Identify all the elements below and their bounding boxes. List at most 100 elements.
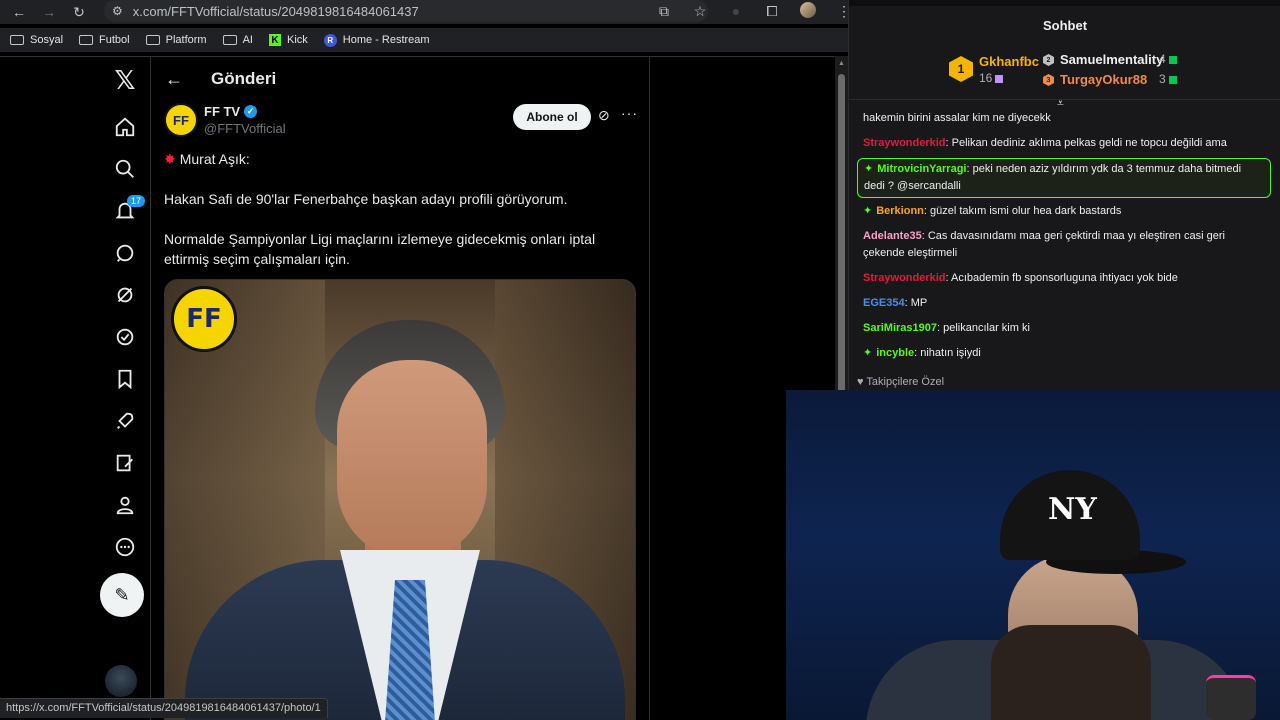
- install-app-icon[interactable]: ⧉: [646, 3, 682, 20]
- more-options-icon[interactable]: ···: [621, 105, 638, 121]
- leaderboard-user[interactable]: Samuelmentality: [1060, 52, 1163, 67]
- profile-icon[interactable]: [107, 487, 143, 523]
- bookmark-kick[interactable]: K Kick: [268, 34, 308, 46]
- subscriber-badge-icon: ✦: [863, 205, 873, 217]
- x-sidebar-nav: 𝕏 17: [100, 57, 150, 720]
- site-settings-icon[interactable]: ⚙: [112, 4, 123, 18]
- x-page: 𝕏 17 ✎ ← Gönderi FF FF TV ✓ @FFTVofficia…: [0, 56, 848, 720]
- address-bar-row: ← → ↻ ⚙ x.com/FFTVofficial/status/204981…: [0, 0, 851, 24]
- account-avatar[interactable]: [105, 665, 137, 697]
- gift-icon: [1168, 55, 1177, 64]
- bookmark-folder-futbol[interactable]: Futbol: [79, 34, 130, 46]
- divider: [649, 57, 650, 720]
- tweet-photo[interactable]: FF: [164, 279, 636, 720]
- chat-message: Straywonderkid: Acıbademin fb sponsorlug…: [863, 272, 1178, 284]
- browser-toolbar-right: ⧉ ☆ ● ⧠ ⋮: [646, 0, 862, 22]
- scroll-thumb[interactable]: [838, 74, 845, 422]
- bookmark-folder-sosyal[interactable]: Sosyal: [10, 34, 63, 46]
- back-arrow-icon[interactable]: ←: [4, 2, 34, 22]
- url-field[interactable]: ⚙ x.com/FFTVofficial/status/204981981648…: [104, 0, 708, 22]
- subscriber-badge-icon: ✦: [863, 347, 873, 359]
- screen: ← → ↻ ⚙ x.com/FFTVofficial/status/204981…: [0, 0, 1280, 720]
- chat-message: Straywonderkid: Pelikan dediniz aklıma p…: [863, 137, 1227, 149]
- chat-leaderboard: 1 Gkhanfbc 16 2 Samuelmentality 4 3 Turg…: [849, 46, 1280, 100]
- bookmarks-bar: Sosyal Futbol Platform AI K Kick R Home - …: [0, 28, 848, 52]
- kick-icon: K: [268, 34, 281, 46]
- collapse-leaderboard-icon[interactable]: ⩡: [1057, 96, 1064, 111]
- home-icon[interactable]: [107, 109, 143, 145]
- reload-icon[interactable]: ↻: [64, 2, 94, 22]
- profile-avatar[interactable]: [790, 1, 826, 21]
- articles-icon[interactable]: [107, 445, 143, 481]
- grok-icon[interactable]: [107, 277, 143, 313]
- folder-icon: [145, 35, 160, 45]
- subscriber-badge-icon: ✦: [864, 163, 874, 175]
- leaderboard-user[interactable]: Gkhanfbc: [979, 54, 1039, 69]
- chat-message-highlighted: ✦ MitrovicinYarragi: peki neden aziz yıld…: [857, 158, 1271, 198]
- gift-icon: [1168, 75, 1177, 84]
- bookmark-folder-ai[interactable]: AI: [222, 34, 253, 46]
- extension-dot-icon[interactable]: ●: [718, 3, 754, 19]
- leaderboard-count: 16: [979, 71, 1004, 85]
- chat-message: EGE354: MP: [863, 297, 928, 309]
- chat-message: hakemin birini assalar kim ne diyecekk: [863, 112, 1051, 124]
- ff-tv-logo: FF: [171, 286, 237, 352]
- bookmark-restream[interactable]: R Home - Restream: [323, 33, 430, 47]
- post-header: ← Gönderi: [151, 57, 649, 101]
- rank-badge-icon: 3: [1043, 74, 1054, 86]
- verified-orgs-icon[interactable]: [107, 319, 143, 355]
- link-status-bar: https://x.com/FFTVofficial/status/204981…: [0, 698, 328, 718]
- gift-icon: [995, 74, 1004, 83]
- ny-logo: NY: [1048, 492, 1097, 527]
- tweet-text-line: Normalde Şampiyonlar Ligi maçlarını izle…: [164, 231, 596, 267]
- chat-message: Adelante35: Cas davasınıdamı maa geri çe…: [863, 230, 1225, 259]
- extensions-icon[interactable]: ⧠: [754, 3, 790, 20]
- rank-badge-icon: 1: [949, 56, 973, 82]
- post-column: ← Gönderi FF FF TV ✓ @FFTVofficial Abone…: [151, 57, 649, 720]
- folder-icon: [10, 35, 24, 45]
- notification-badge: 17: [127, 195, 146, 207]
- chat-top-strip: [849, 0, 1280, 6]
- folder-icon: [79, 35, 94, 45]
- author-name[interactable]: FF TV ✓: [204, 104, 258, 119]
- collision-emoji-icon: ✸: [164, 151, 176, 167]
- stream-chat-panel: Sohbet 1 Gkhanfbc 16 2 Samuelmentality 4…: [848, 0, 1280, 390]
- search-icon[interactable]: [107, 151, 143, 187]
- url-text: x.com/FFTVofficial/status/20498198164840…: [132, 3, 419, 19]
- post-author: FF FF TV ✓ @FFTVofficial Abone ol ⊘ ···: [164, 103, 644, 139]
- notifications-bell-icon[interactable]: 17: [107, 193, 146, 229]
- page-title: Gönderi: [211, 69, 277, 88]
- webcam-overlay: NY: [786, 390, 1280, 720]
- back-arrow-icon[interactable]: ←: [165, 69, 195, 90]
- leaderboard-count: 3: [1159, 72, 1177, 86]
- author-avatar[interactable]: FF: [164, 103, 198, 137]
- chat-message: ✦ incyble: nihatın işiydi: [863, 347, 981, 359]
- forward-arrow-icon[interactable]: →: [34, 2, 64, 22]
- chat-title: Sohbet: [1042, 18, 1088, 33]
- author-handle[interactable]: @FFTVofficial: [204, 121, 286, 136]
- compose-post-icon[interactable]: ✎: [100, 573, 144, 617]
- x-logo-icon[interactable]: 𝕏: [107, 63, 143, 99]
- leaderboard-user[interactable]: TurgayOkur88: [1060, 72, 1147, 87]
- bookmark-folder-platform[interactable]: Platform: [145, 34, 207, 46]
- folder-icon: [222, 35, 237, 45]
- bookmarks-icon[interactable]: [107, 361, 143, 397]
- heart-icon: ♥: [857, 376, 864, 388]
- scroll-up-icon[interactable]: ▲: [838, 60, 845, 67]
- tweet-text-line: ✸ Murat Aşık:: [164, 151, 250, 167]
- microphone: [1206, 675, 1256, 720]
- grok-chat-icon[interactable]: [107, 235, 143, 271]
- streamer-beard: [991, 625, 1151, 720]
- bookmark-star-icon[interactable]: ☆: [682, 3, 718, 20]
- subscribe-button[interactable]: Abone ol: [513, 104, 591, 130]
- rocket-icon[interactable]: [107, 403, 143, 439]
- grok-explain-icon[interactable]: ⊘: [598, 107, 610, 124]
- followers-only-notice: ♥ Takipçilere Özel: [857, 376, 945, 388]
- more-icon[interactable]: [107, 529, 143, 565]
- tweet-text-line: Hakan Safi de 90'lar Fenerbahçe başkan a…: [164, 191, 568, 207]
- chat-message: SariMiras1907: pelikancılar kim ki: [863, 322, 1030, 334]
- chat-message: ✦ Berkionn: güzel takım ismi olur hea dar…: [863, 205, 1122, 217]
- photo-person: [337, 360, 487, 560]
- streamer-cap: NY: [1000, 470, 1140, 560]
- leaderboard-count: 4: [1159, 52, 1177, 66]
